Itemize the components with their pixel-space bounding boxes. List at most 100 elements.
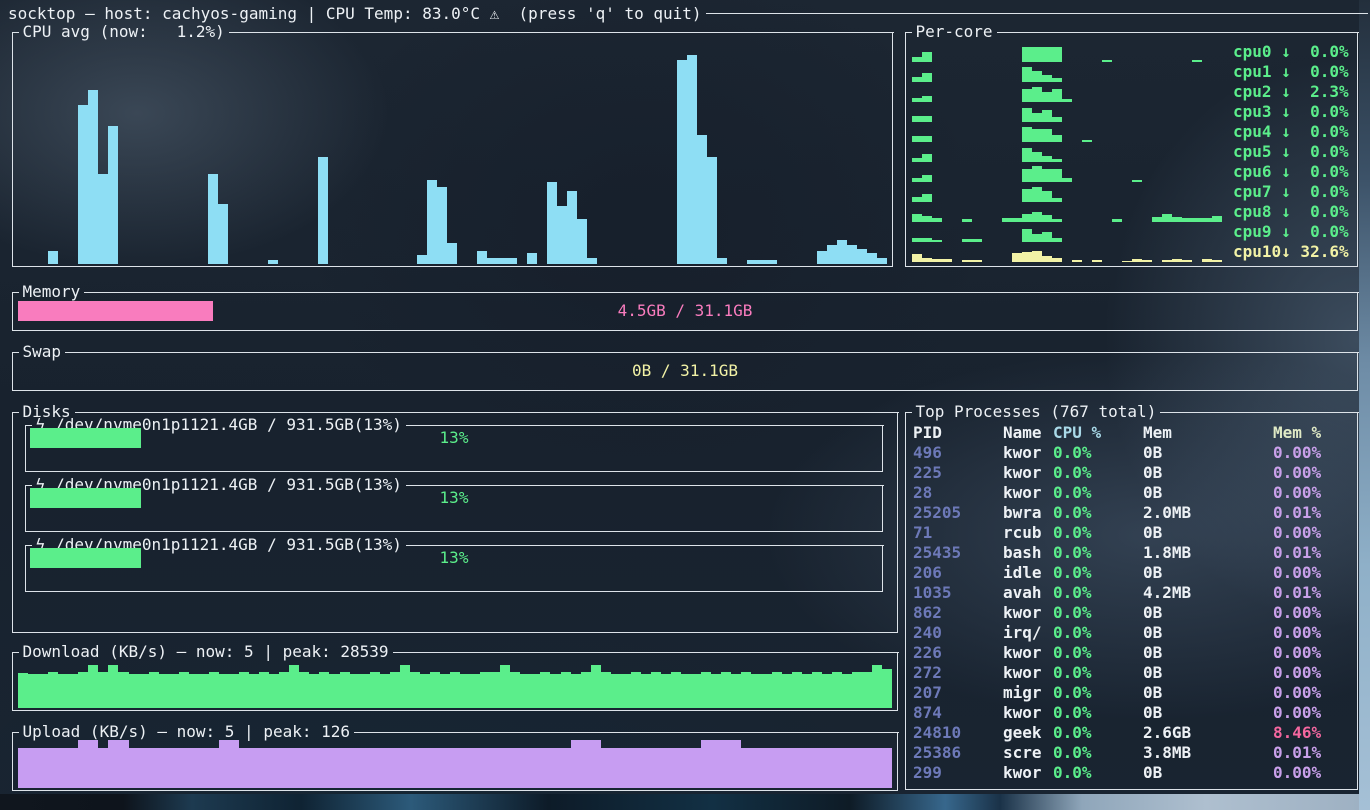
process-mem: 0B <box>1143 683 1273 703</box>
chart-bar <box>460 674 470 708</box>
chart-bar <box>510 748 520 788</box>
chart-bar <box>360 674 370 708</box>
chart-bar <box>591 740 601 788</box>
chart-bar <box>239 748 249 788</box>
process-mem: 0B <box>1143 483 1273 503</box>
col-mem: Mem <box>1143 423 1273 443</box>
chart-bar <box>259 748 269 788</box>
chart-bar <box>480 748 490 788</box>
chart-bar <box>1032 212 1042 222</box>
chart-bar <box>661 748 671 788</box>
chart-bar <box>591 665 601 708</box>
chart-bar <box>269 674 279 708</box>
upload-title: Upload (KB/s) — now: 5 | peak: 126 <box>19 723 355 741</box>
chart-bar <box>440 748 450 788</box>
core-label: cpu8 ↓ 0.0% <box>1233 202 1353 222</box>
process-mem: 0B <box>1143 663 1273 683</box>
chart-bar <box>259 672 269 708</box>
core-label: cpu1 ↓ 0.0% <box>1233 62 1353 82</box>
chart-bar <box>1042 215 1052 222</box>
process-name: scre <box>1003 743 1053 763</box>
chart-bar <box>88 90 98 264</box>
core-sparkline <box>912 144 1233 162</box>
chart-bar <box>547 182 557 264</box>
process-mem-percent: 0.00% <box>1273 563 1353 583</box>
chart-bar <box>822 748 832 788</box>
chart-bar <box>209 748 219 788</box>
chart-bar <box>587 258 597 264</box>
chart-bar <box>701 740 711 788</box>
app-title: socktop — host: cachyos-gaming | CPU Tem… <box>8 4 702 23</box>
process-row: 226kwor0.0%0B0.00% <box>913 643 1353 663</box>
chart-bar <box>671 748 681 788</box>
chart-bar <box>942 259 952 262</box>
chart-bar <box>319 672 329 708</box>
process-row: 25205bwra0.0%2.0MB0.01% <box>913 503 1353 523</box>
process-mem: 3.8MB <box>1143 743 1273 763</box>
core-label: cpu7 ↓ 0.0% <box>1233 182 1353 202</box>
chart-bar <box>1032 47 1042 62</box>
cpu-avg-panel: CPU avg (now: 1.2%) <box>12 32 893 267</box>
chart-bar <box>601 672 611 708</box>
process-pid: 272 <box>913 663 1003 683</box>
upload-chart <box>18 740 892 788</box>
core-row: cpu3 ↓ 0.0% <box>912 102 1353 122</box>
process-mem: 0B <box>1143 443 1273 463</box>
process-name: kwor <box>1003 703 1053 723</box>
chart-bar <box>761 674 771 708</box>
chart-bar <box>139 748 149 788</box>
chart-bar <box>1032 166 1042 182</box>
chart-bar <box>832 672 842 708</box>
process-row: 272kwor0.0%0B0.00% <box>913 663 1353 683</box>
chart-bar <box>847 245 857 264</box>
chart-bar <box>581 740 591 788</box>
chart-bar <box>527 253 537 264</box>
chart-bar <box>28 748 38 788</box>
process-pid: 25386 <box>913 743 1003 763</box>
chart-bar <box>420 674 430 708</box>
process-cpu-percent: 0.0% <box>1053 583 1143 603</box>
chart-bar <box>98 748 108 788</box>
process-mem: 0B <box>1143 703 1273 723</box>
process-row: 862kwor0.0%0B0.00% <box>913 603 1353 623</box>
process-mem: 0B <box>1143 523 1273 543</box>
chart-bar <box>882 748 892 788</box>
chart-bar <box>48 672 58 708</box>
memory-value: 4.5GB / 31.1GB <box>13 301 1357 321</box>
chart-bar <box>520 748 530 788</box>
chart-bar <box>28 674 38 708</box>
chart-bar <box>1202 259 1212 262</box>
process-mem-percent: 0.00% <box>1273 623 1353 643</box>
chart-bar <box>1122 261 1132 262</box>
disk-entry: ϟ/dev/nvme0n1p1121.4GB / 931.5GB(13%) 13… <box>25 545 883 592</box>
chart-bar <box>199 748 209 788</box>
process-row: 25435bash0.0%1.8MB0.01% <box>913 543 1353 563</box>
chart-bar <box>487 258 497 264</box>
chart-bar <box>697 135 707 264</box>
chart-bar <box>922 73 932 82</box>
process-cpu-percent: 0.0% <box>1053 743 1143 763</box>
col-memp: Mem % <box>1273 423 1353 443</box>
core-row: cpu2 ↓ 2.3% <box>912 82 1353 102</box>
process-row: 1035avah0.0%4.2MB0.01% <box>913 583 1353 603</box>
chart-bar <box>1012 253 1022 262</box>
chart-bar <box>641 674 651 708</box>
chart-bar <box>872 665 882 708</box>
chart-bar <box>571 674 581 708</box>
chart-bar <box>717 258 727 264</box>
process-cpu-percent: 0.0% <box>1053 563 1143 583</box>
chart-bar <box>1022 67 1032 82</box>
chart-bar <box>1032 129 1042 142</box>
chart-bar <box>299 748 309 788</box>
chart-bar <box>477 251 487 264</box>
chart-bar <box>497 258 507 264</box>
chart-bar <box>677 60 687 264</box>
chart-bar <box>159 674 169 708</box>
chart-bar <box>490 748 500 788</box>
disk-bar-label: 13% <box>26 548 882 568</box>
chart-bar <box>741 748 751 788</box>
chart-bar <box>179 672 189 708</box>
disk-bar-label: 13% <box>26 488 882 508</box>
process-name: kwor <box>1003 463 1053 483</box>
chart-bar <box>159 748 169 788</box>
